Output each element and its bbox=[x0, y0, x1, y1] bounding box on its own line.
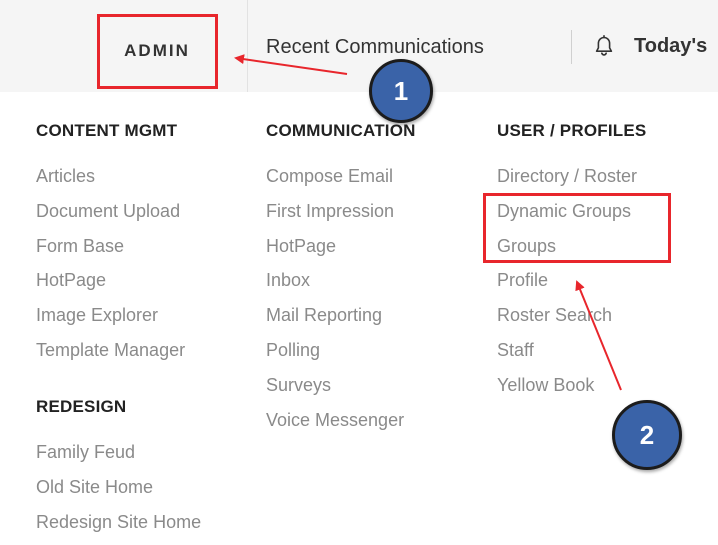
bell-icon bbox=[595, 34, 613, 56]
nav-separator bbox=[571, 30, 572, 64]
menu-link-first-impression[interactable]: First Impression bbox=[266, 200, 416, 235]
menu-link-family-feud[interactable]: Family Feud bbox=[36, 441, 201, 476]
menu-link-form-base[interactable]: Form Base bbox=[36, 235, 185, 270]
nav-todays-label: Today's bbox=[634, 34, 708, 57]
menu-link-compose-email[interactable]: Compose Email bbox=[266, 165, 416, 200]
annotation-highlight-admin bbox=[97, 14, 218, 89]
menu-link-inbox[interactable]: Inbox bbox=[266, 269, 416, 304]
menu-link-document-upload[interactable]: Document Upload bbox=[36, 200, 185, 235]
menu-link-polling[interactable]: Polling bbox=[266, 339, 416, 374]
menu-link-articles[interactable]: Articles bbox=[36, 165, 185, 200]
menu-heading-communication: COMMUNICATION bbox=[266, 121, 416, 140]
menu-heading-user-profiles: USER / PROFILES bbox=[497, 121, 647, 140]
nav-recent-communications[interactable]: Recent Communications bbox=[266, 36, 484, 59]
menu-link-yellow-book[interactable]: Yellow Book bbox=[497, 374, 646, 409]
menu-link-mail-reporting[interactable]: Mail Reporting bbox=[266, 304, 416, 339]
annotation-badge-1-number: 1 bbox=[393, 75, 409, 106]
menu-column-user-profiles: USER / PROFILES Directory / Roster Dynam… bbox=[497, 121, 646, 409]
menu-heading-redesign: REDESIGN bbox=[36, 397, 127, 416]
menu-link-image-explorer[interactable]: Image Explorer bbox=[36, 304, 185, 339]
menu-link-hotpage[interactable]: HotPage bbox=[36, 269, 185, 304]
nav-recent-communications-label: Recent Communications bbox=[266, 36, 484, 58]
nav-divider bbox=[247, 0, 248, 92]
menu-column-redesign: REDESIGN Family Feud Old Site Home Redes… bbox=[36, 397, 201, 545]
annotation-badge-1: 1 bbox=[369, 59, 433, 123]
menu-link-old-site-home[interactable]: Old Site Home bbox=[36, 476, 201, 511]
menu-link-profile[interactable]: Profile bbox=[497, 269, 646, 304]
menu-heading-content-mgmt: CONTENT MGMT bbox=[36, 121, 178, 140]
menu-link-template-manager[interactable]: Template Manager bbox=[36, 339, 185, 374]
menu-link-staff[interactable]: Staff bbox=[497, 339, 646, 374]
annotation-badge-2-number: 2 bbox=[639, 419, 655, 450]
menu-column-communication: COMMUNICATION Compose Email First Impres… bbox=[266, 121, 416, 443]
menu-link-surveys[interactable]: Surveys bbox=[266, 374, 416, 409]
nav-todays[interactable]: Today's bbox=[592, 34, 707, 58]
menu-link-roster-search[interactable]: Roster Search bbox=[497, 304, 646, 339]
annotation-highlight-groups bbox=[483, 193, 671, 263]
menu-link-hotpage-comm[interactable]: HotPage bbox=[266, 235, 416, 270]
menu-link-voice-messenger[interactable]: Voice Messenger bbox=[266, 409, 416, 444]
annotation-badge-2: 2 bbox=[612, 400, 682, 470]
menu-link-redesign-site-home[interactable]: Redesign Site Home bbox=[36, 511, 201, 545]
menu-column-content-mgmt: CONTENT MGMT Articles Document Upload Fo… bbox=[36, 121, 185, 374]
